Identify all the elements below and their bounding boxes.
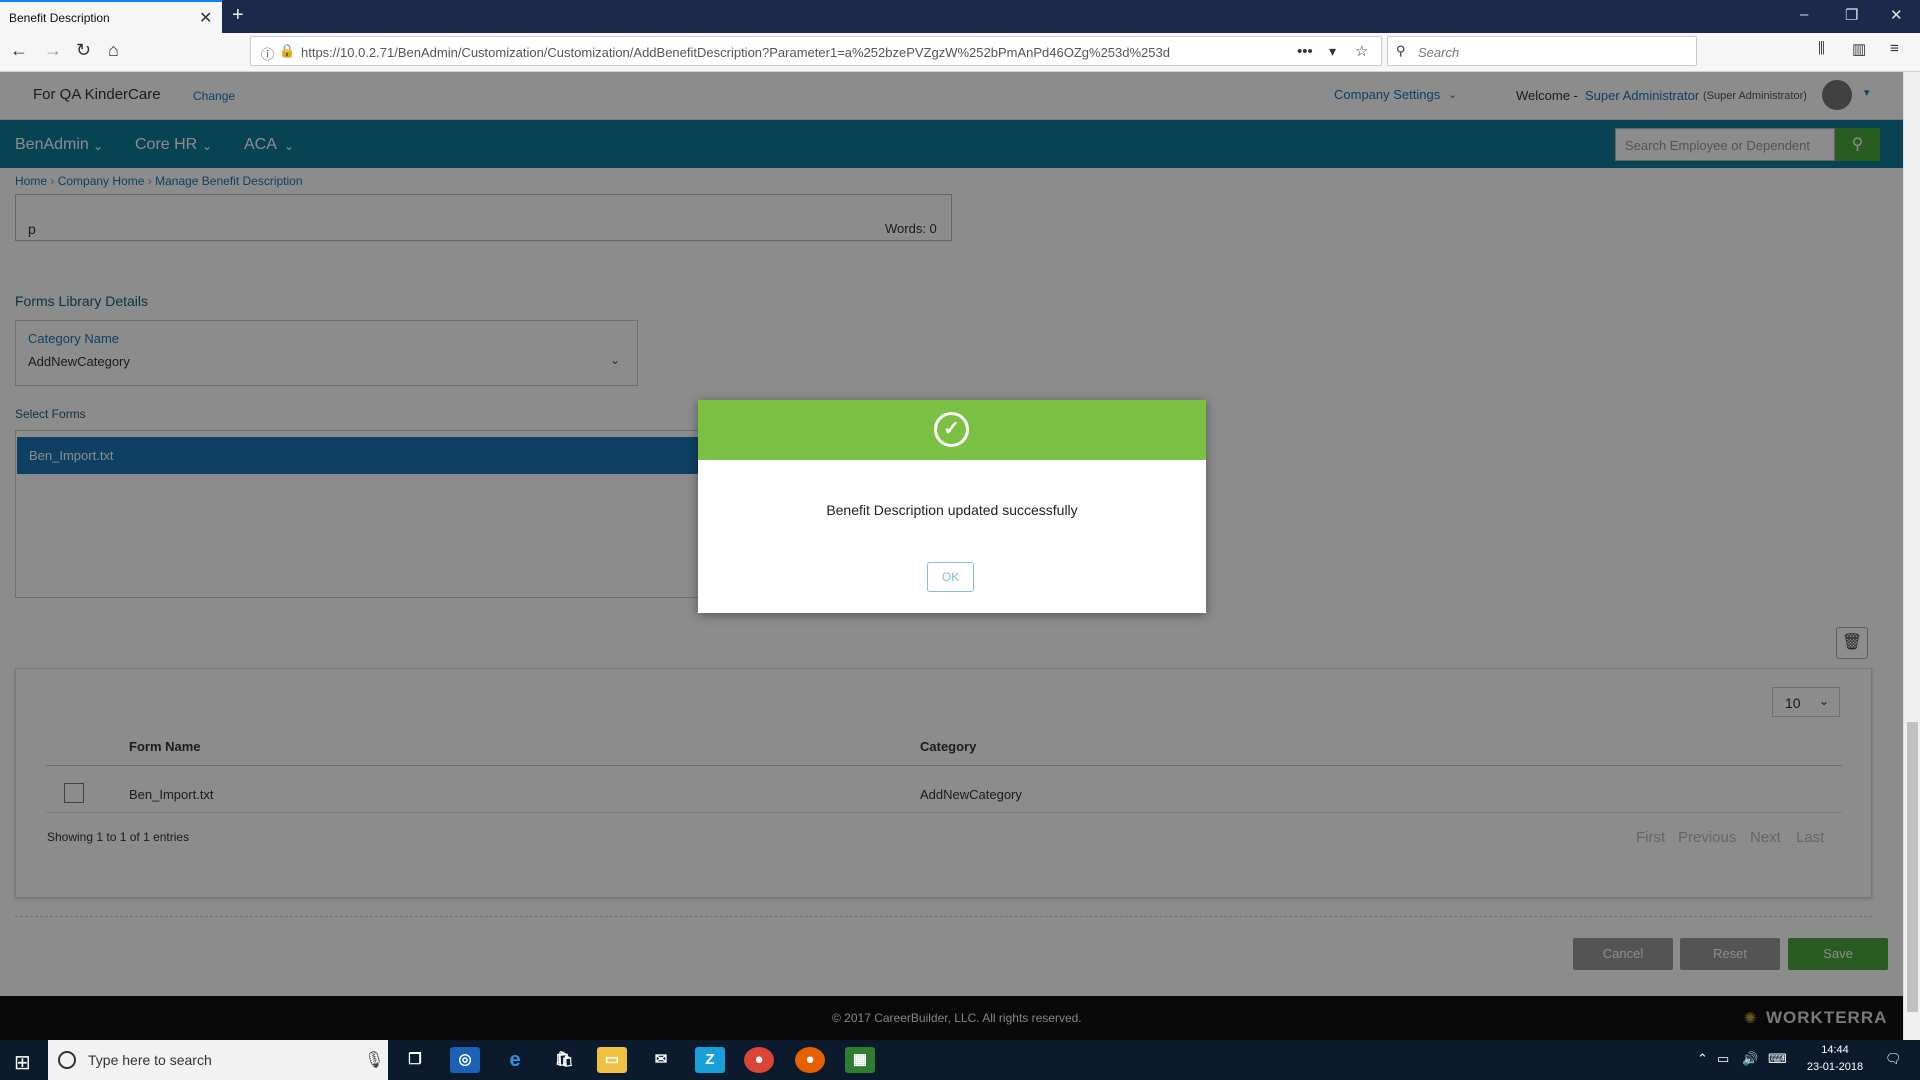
bookmark-star-icon[interactable]: ☆ xyxy=(1355,42,1368,60)
clock-date[interactable]: 23-01-2018 xyxy=(1795,1061,1875,1073)
taskbar-search[interactable]: Type here to search 🎙 xyxy=(48,1040,388,1080)
forward-icon[interactable]: → xyxy=(44,40,62,61)
success-dialog: ✓ Benefit Description updated successful… xyxy=(698,400,1206,613)
cortana-icon xyxy=(58,1051,76,1069)
edge-icon[interactable]: e xyxy=(500,1047,530,1073)
dialog-message: Benefit Description updated successfully xyxy=(826,502,1078,518)
home-icon[interactable]: ⌂ xyxy=(108,40,119,61)
search-icon: ⚲ xyxy=(1396,43,1406,58)
file-explorer-icon[interactable]: ▭ xyxy=(597,1047,627,1073)
store-icon[interactable]: 🛍 xyxy=(549,1047,579,1073)
checkmark-icon: ✓ xyxy=(934,412,969,447)
restore-icon[interactable]: ❐ xyxy=(1845,6,1858,24)
browser-search-box[interactable]: ⚲ Search xyxy=(1387,36,1697,66)
lock-icon: 🔒 xyxy=(279,43,296,58)
url-text[interactable]: https://10.0.2.71/BenAdmin/Customization… xyxy=(301,45,1170,60)
back-icon[interactable]: ← xyxy=(10,40,28,61)
keyboard-icon[interactable]: ⌨ xyxy=(1768,1051,1787,1067)
page-scrollbar[interactable] xyxy=(1903,72,1920,1040)
menu-icon[interactable]: ≡ xyxy=(1890,40,1899,57)
mail-icon[interactable]: ✉ xyxy=(646,1047,676,1073)
firefox-icon[interactable]: ● xyxy=(795,1047,825,1073)
tray-chevron-icon[interactable]: ⌃ xyxy=(1697,1051,1708,1067)
browser-tab[interactable]: Benefit Description ✕ xyxy=(0,0,222,33)
browser-tab-bar: Benefit Description ✕ + – ❐ ✕ xyxy=(0,0,1920,33)
address-bar[interactable]: ⓘ 🔒 https://10.0.2.71/BenAdmin/Customiza… xyxy=(250,36,1382,66)
z-app-icon[interactable]: Z xyxy=(695,1047,725,1073)
network-icon[interactable]: ▭ xyxy=(1717,1051,1729,1067)
windows-start-icon[interactable]: ⊞ xyxy=(14,1050,31,1075)
chrome-icon[interactable]: ● xyxy=(744,1047,774,1073)
reload-icon[interactable]: ↻ xyxy=(76,40,91,61)
scrollbar-thumb[interactable] xyxy=(1907,722,1918,1012)
page-actions-icon[interactable]: ••• xyxy=(1297,43,1313,60)
compass-app-icon[interactable]: ◎ xyxy=(450,1047,480,1073)
browser-nav-bar: ← → ↻ ⌂ ⓘ 🔒 https://10.0.2.71/BenAdmin/C… xyxy=(0,33,1920,72)
notifications-icon[interactable]: 🗨 xyxy=(1885,1051,1902,1067)
sidebar-icon[interactable]: ▥ xyxy=(1852,40,1866,58)
pocket-icon[interactable]: ▾ xyxy=(1329,43,1336,60)
spreadsheet-app-icon[interactable]: ▦ xyxy=(845,1047,875,1073)
ok-button[interactable]: OK xyxy=(927,562,974,592)
minimize-icon[interactable]: – xyxy=(1800,6,1808,23)
close-tab-icon[interactable]: ✕ xyxy=(199,8,212,28)
windows-taskbar: ⊞ Type here to search 🎙 ❐ ◎ e 🛍 ▭ ✉ Z ● … xyxy=(0,1040,1920,1080)
site-info-icon[interactable]: ⓘ xyxy=(261,44,274,63)
volume-icon[interactable]: 🔊 xyxy=(1742,1051,1758,1067)
library-icon[interactable]: ⫼ xyxy=(1818,40,1825,57)
close-window-icon[interactable]: ✕ xyxy=(1890,6,1903,24)
microphone-icon[interactable]: 🎙 xyxy=(364,1050,384,1070)
new-tab-icon[interactable]: + xyxy=(232,4,244,27)
clock-time[interactable]: 14:44 xyxy=(1795,1044,1875,1056)
tab-title: Benefit Description xyxy=(9,11,110,25)
dialog-header: ✓ xyxy=(698,400,1206,460)
search-placeholder: Search xyxy=(1418,45,1460,60)
taskbar-search-placeholder: Type here to search xyxy=(88,1052,212,1068)
task-view-icon[interactable]: ❐ xyxy=(400,1047,430,1073)
